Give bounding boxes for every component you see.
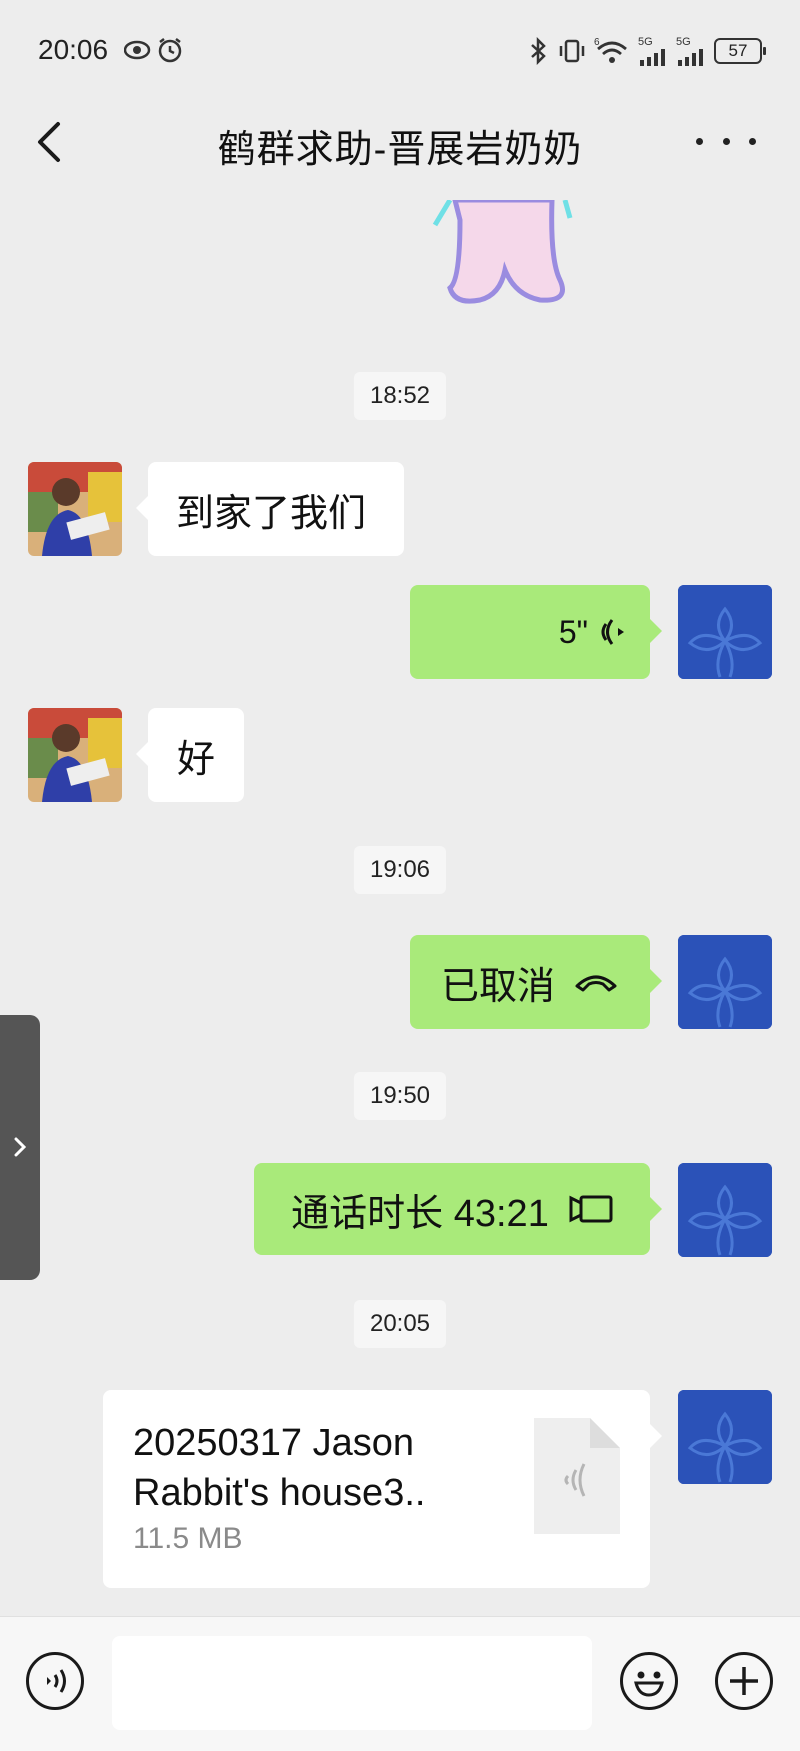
wifi-icon: 6 xyxy=(594,37,627,63)
avatar[interactable] xyxy=(28,708,122,802)
sticker-image[interactable] xyxy=(420,197,590,315)
timestamp: 20:05 xyxy=(353,1300,447,1348)
emoji-button[interactable] xyxy=(620,1652,678,1710)
side-drawer-handle[interactable] xyxy=(0,1015,40,1280)
message-input[interactable] xyxy=(112,1636,592,1730)
avatar-logo xyxy=(678,585,772,679)
status-left-icons xyxy=(123,38,184,69)
avatar[interactable] xyxy=(678,585,772,679)
signal-2: 5G xyxy=(676,36,706,66)
avatar[interactable] xyxy=(678,935,772,1029)
svg-text:6: 6 xyxy=(594,37,600,48)
status-time: 20:06 xyxy=(38,34,109,65)
signal-icon xyxy=(640,48,665,66)
more-functions-button[interactable] xyxy=(715,1652,773,1710)
voice-message[interactable]: 5" xyxy=(410,585,662,679)
vibrate-icon xyxy=(559,39,585,63)
status-right-icons: 6 5G 5G 57 xyxy=(528,36,766,66)
chevron-right-icon xyxy=(14,1137,27,1157)
file-name-line-2: Rabbit's house3.. xyxy=(133,1472,426,1514)
file-size: 11.5 MB xyxy=(133,1522,243,1555)
avatar-photo xyxy=(28,708,122,802)
call-duration-text: 通话时长 43:21 xyxy=(291,1192,549,1235)
voice-duration: 5" xyxy=(558,613,588,650)
signal-icon xyxy=(678,48,703,66)
file-message[interactable]: 20250317 Jason Rabbit's house3.. 11.5 MB xyxy=(103,1390,662,1588)
timestamp: 19:50 xyxy=(353,1072,447,1120)
avatar[interactable] xyxy=(678,1163,772,1257)
message-text: 到家了我们 xyxy=(176,492,367,535)
avatar-logo xyxy=(678,935,772,1029)
voice-mode-icon xyxy=(47,1669,66,1693)
video-call-message[interactable]: 通话时长 43:21 xyxy=(254,1163,662,1255)
emoji-icon xyxy=(634,1671,664,1697)
avatar-logo xyxy=(678,1163,772,1257)
call-status-text: 已取消 xyxy=(440,965,555,1008)
more-button[interactable] xyxy=(696,126,756,156)
sticker-illustration xyxy=(432,197,573,304)
file-name-line-1: 20250317 Jason xyxy=(133,1422,415,1464)
message-bubble[interactable]: 到家了我们 xyxy=(136,462,404,556)
voice-wave-icon xyxy=(601,619,624,645)
bluetooth-icon xyxy=(531,37,546,65)
call-message[interactable]: 已取消 xyxy=(410,935,662,1029)
avatar-photo xyxy=(28,462,122,556)
signal-1: 5G xyxy=(638,36,668,66)
message-text: 好 xyxy=(176,738,215,781)
battery-indicator: 57 xyxy=(714,38,766,64)
more-icon xyxy=(696,137,703,145)
file-info: 20250317 Jason Rabbit's house3.. 11.5 MB xyxy=(133,1418,493,1556)
plus-icon xyxy=(730,1667,758,1695)
audio-file-icon xyxy=(534,1418,620,1534)
message-bubble[interactable]: 好 xyxy=(136,708,244,802)
eye-alarm-icon xyxy=(123,38,182,63)
video-camera-icon xyxy=(569,1195,613,1223)
avatar[interactable] xyxy=(28,462,122,556)
avatar[interactable] xyxy=(678,1390,772,1484)
timestamp: 18:52 xyxy=(353,372,447,420)
chat-title: 鹤群求助-晋展岩奶奶 xyxy=(217,129,583,171)
avatar-logo xyxy=(678,1390,772,1484)
timestamp: 19:06 xyxy=(353,846,447,894)
phone-hangup-icon xyxy=(575,975,617,992)
voice-mode-button[interactable] xyxy=(26,1652,84,1710)
